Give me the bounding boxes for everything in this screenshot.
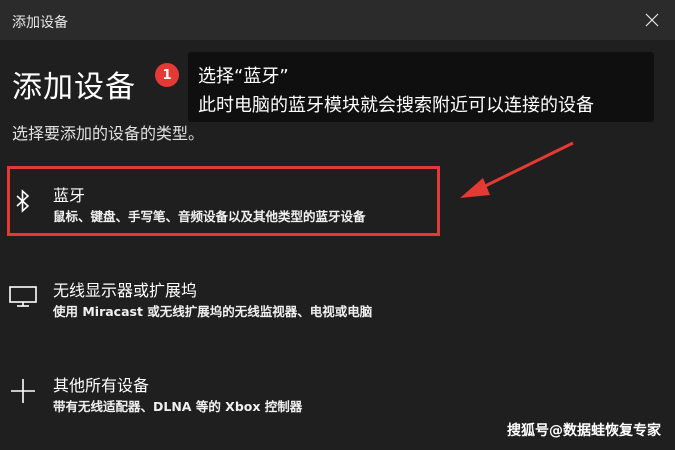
bluetooth-icon bbox=[8, 186, 38, 216]
annotation-arrow-icon bbox=[460, 141, 574, 198]
option-bluetooth-desc: 鼠标、键盘、手写笔、音频设备以及其他类型的蓝牙设备 bbox=[53, 209, 366, 224]
step-badge: 1 bbox=[155, 63, 179, 87]
page-subtitle: 选择要添加的设备的类型。 bbox=[12, 124, 205, 143]
option-bluetooth-title: 蓝牙 bbox=[53, 186, 86, 205]
monitor-icon bbox=[8, 281, 38, 311]
title-bar: 添加设备 bbox=[0, 0, 675, 40]
annotation-tooltip: 选择“蓝牙” 此时电脑的蓝牙模块就会搜索附近可以连接的设备 bbox=[188, 52, 654, 122]
close-button[interactable] bbox=[629, 0, 675, 40]
window-title: 添加设备 bbox=[12, 15, 68, 31]
option-everything-else-desc: 带有无线适配器、DLNA 等的 Xbox 控制器 bbox=[53, 399, 303, 414]
option-wireless-display-title: 无线显示器或扩展坞 bbox=[53, 281, 198, 300]
annotation-line-2: 此时电脑的蓝牙模块就会搜索附近可以连接的设备 bbox=[198, 95, 594, 116]
option-wireless-display-desc: 使用 Miracast 或无线扩展坞的无线监视器、电视或电脑 bbox=[53, 304, 373, 319]
watermark: 搜狐号@数据蛙恢复专家 bbox=[507, 423, 661, 439]
option-everything-else[interactable]: 其他所有设备 带有无线适配器、DLNA 等的 Xbox 控制器 bbox=[0, 370, 675, 426]
page-title: 添加设备 bbox=[12, 70, 136, 105]
annotation-line-1: 选择“蓝牙” bbox=[198, 66, 289, 87]
plus-icon bbox=[8, 376, 38, 406]
option-wireless-display[interactable]: 无线显示器或扩展坞 使用 Miracast 或无线扩展坞的无线监视器、电视或电脑 bbox=[0, 275, 675, 331]
option-everything-else-title: 其他所有设备 bbox=[53, 376, 150, 395]
close-icon bbox=[645, 13, 659, 27]
